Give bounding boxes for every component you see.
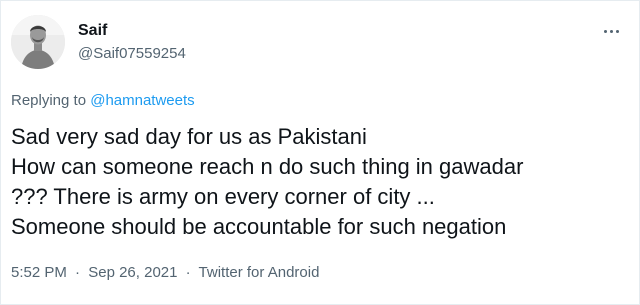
reply-mention-link[interactable]: @hamnatweets xyxy=(90,92,194,109)
tweet-source[interactable]: Twitter for Android xyxy=(199,264,320,281)
tweet-meta: 5:52 PM · Sep 26, 2021 · Twitter for And… xyxy=(11,263,319,283)
more-dot xyxy=(615,29,619,33)
author-name[interactable]: Saif xyxy=(78,21,107,41)
tweet-card: Saif @Saif07559254 Replying to @hamnatwe… xyxy=(0,0,640,305)
tweet-line: How can someone reach n do such thing in… xyxy=(11,154,524,179)
more-dot xyxy=(609,29,613,33)
meta-separator: · xyxy=(75,264,81,281)
tweet-line: Someone should be accountable for such n… xyxy=(11,214,507,239)
tweet-date[interactable]: Sep 26, 2021 xyxy=(88,264,177,281)
avatar[interactable] xyxy=(11,15,65,69)
replying-to: Replying to @hamnatweets xyxy=(11,91,195,111)
more-horizontal-icon xyxy=(603,29,607,33)
replying-to-label: Replying to xyxy=(11,92,87,109)
more-options-button[interactable] xyxy=(599,19,623,43)
tweet-line: ??? There is army on every corner of cit… xyxy=(11,184,435,209)
tweet-text: Sad very sad day for us as Pakistani How… xyxy=(11,122,626,242)
meta-separator: · xyxy=(185,264,191,281)
author-handle[interactable]: @Saif07559254 xyxy=(78,44,186,64)
user-avatar-photo-icon xyxy=(11,15,65,69)
tweet-time[interactable]: 5:52 PM xyxy=(11,264,67,281)
tweet-line: Sad very sad day for us as Pakistani xyxy=(11,124,367,149)
